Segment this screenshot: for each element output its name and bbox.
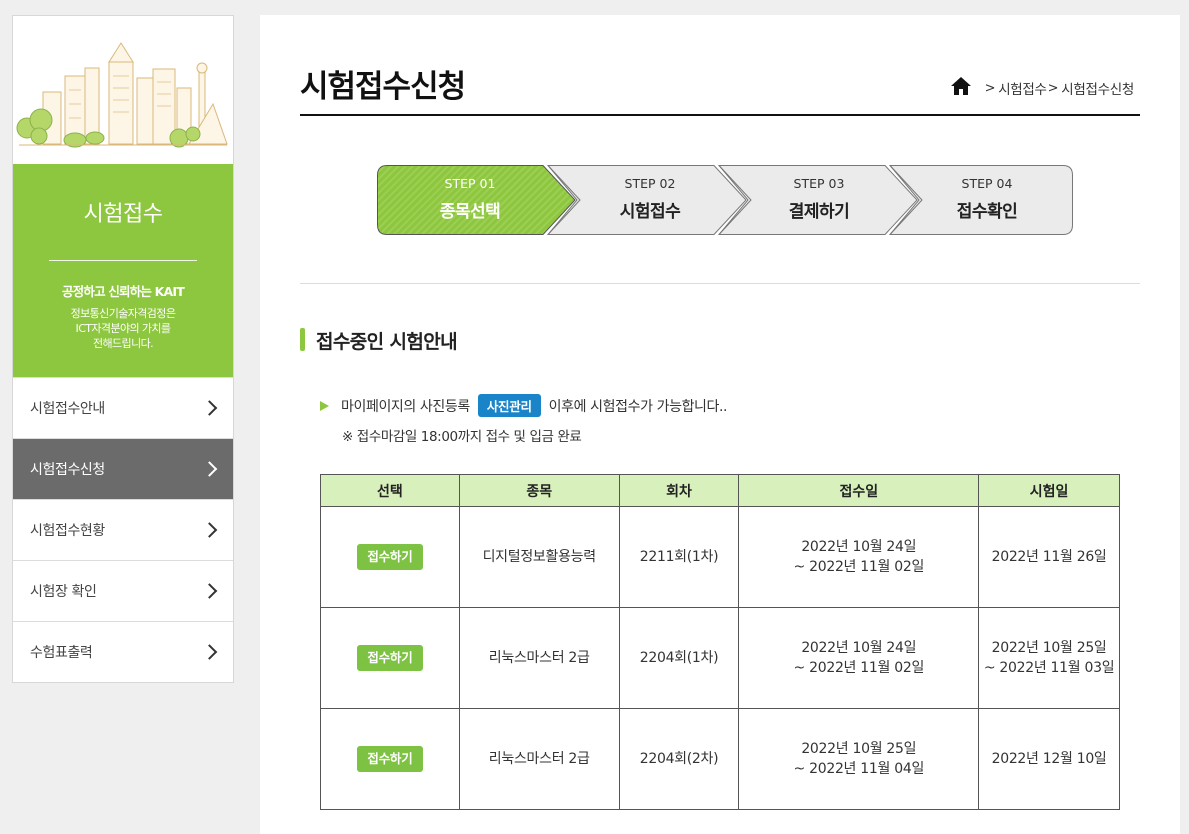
chevron-right-icon — [201, 522, 218, 538]
photo-notice: 마이페이지의 사진등록 사진관리 이후에 시험접수가 가능합니다.. — [320, 394, 728, 417]
chevron-right-icon — [201, 461, 218, 477]
apply-start: 2022년 10월 25일 — [801, 741, 917, 757]
city-illustration — [13, 16, 233, 164]
sidebar-menu: 시험접수안내 시험접수신청 시험접수현황 시험장 확인 수험표출력 — [13, 377, 233, 682]
home-icon[interactable] — [950, 77, 971, 99]
round-cell: 2204회(2차) — [618, 708, 740, 810]
deadline-note: ※ 접수마감일 18:00까지 접수 및 입금 완료 — [342, 429, 582, 445]
breadcrumb-separator-icon: > — [1047, 80, 1059, 96]
exam-table: 선택 종목 회차 접수일 시험일 접수하기 디지털정보활용능력 2211회(1차… — [320, 474, 1120, 810]
apply-start: 2022년 10월 24일 — [801, 640, 917, 656]
step-number: STEP 04 — [961, 176, 1013, 191]
sidebar-divider — [49, 260, 197, 261]
section-marker — [300, 328, 305, 351]
exam-date-cell: 2022년 11월 26일 — [978, 506, 1120, 608]
sidebar-description: 정보통신기술자격검정은 ICT자격분야의 가치를 전해드립니다. — [13, 306, 233, 351]
round-cell: 2211회(1차) — [618, 506, 740, 608]
sidebar-item-exam-apply[interactable]: 시험접수신청 — [13, 438, 233, 499]
step-progress: STEP 01 종목선택 STEP 02 시험접수 STEP 03 결제하기 S… — [377, 165, 1073, 235]
breadcrumb-separator-icon: > — [984, 80, 996, 96]
page-title: 시험접수신청 — [300, 69, 466, 105]
sidebar-item-label: 시험장 확인 — [30, 584, 97, 600]
sidebar-item-label: 수험표출력 — [30, 645, 93, 661]
step-name: 시험접수 — [619, 202, 681, 222]
table-row: 접수하기 리눅스마스터 2급 2204회(2차) 2022년 10월 25일 ~… — [320, 708, 1120, 810]
round-cell: 2204회(1차) — [618, 607, 740, 709]
subject-cell: 디지털정보활용능력 — [458, 506, 620, 608]
sidebar-item-label: 시험접수신청 — [30, 462, 105, 478]
title-divider — [300, 114, 1140, 116]
apply-period-cell: 2022년 10월 24일 ~ 2022년 11월 02일 — [738, 607, 980, 709]
sidebar-desc-line: 전해드립니다. — [92, 337, 154, 350]
select-cell: 접수하기 — [320, 607, 460, 709]
notice-text-after: 이후에 시험접수가 가능합니다.. — [548, 398, 728, 415]
table-row: 접수하기 디지털정보활용능력 2211회(1차) 2022년 10월 24일 ~… — [320, 506, 1120, 608]
column-header-apply-period: 접수일 — [738, 474, 980, 507]
sidebar-tagline: 공정하고 신뢰하는 KAIT — [61, 284, 185, 299]
apply-start: 2022년 10월 24일 — [801, 539, 917, 555]
exam-date: 2022년 11월 26일 — [991, 549, 1107, 565]
sidebar-item-exam-status[interactable]: 시험접수현황 — [13, 499, 233, 560]
step-name: 결제하기 — [788, 202, 850, 222]
apply-end: ~ 2022년 11월 04일 — [793, 761, 925, 777]
column-header-subject: 종목 — [458, 474, 620, 507]
sidebar-item-exam-venue[interactable]: 시험장 확인 — [13, 560, 233, 621]
apply-button[interactable]: 접수하기 — [357, 645, 423, 671]
breadcrumb-item-current: 시험접수신청 — [1061, 82, 1134, 98]
select-cell: 접수하기 — [320, 506, 460, 608]
step-name: 종목선택 — [439, 202, 501, 222]
triangle-bullet-icon — [320, 400, 329, 411]
sidebar-item-admission-ticket[interactable]: 수험표출력 — [13, 621, 233, 682]
column-header-round: 회차 — [618, 474, 740, 507]
column-header-select: 선택 — [320, 474, 460, 507]
step-number: STEP 03 — [793, 176, 845, 191]
select-cell: 접수하기 — [320, 708, 460, 810]
step-name: 접수확인 — [956, 202, 1018, 222]
exam-date-cell: 2022년 10월 25일 ~ 2022년 11월 03일 — [978, 607, 1120, 709]
column-header-exam-date: 시험일 — [978, 474, 1120, 507]
chevron-right-icon — [201, 583, 218, 599]
exam-date-end: ~ 2022년 11월 03일 — [983, 660, 1115, 676]
apply-end: ~ 2022년 11월 02일 — [793, 660, 925, 676]
apply-button[interactable]: 접수하기 — [357, 544, 423, 570]
notice-text-before: 마이페이지의 사진등록 — [341, 398, 470, 415]
table-row: 접수하기 리눅스마스터 2급 2204회(1차) 2022년 10월 24일 ~… — [320, 607, 1120, 709]
exam-date-cell: 2022년 12월 10일 — [978, 708, 1120, 810]
exam-date: 2022년 12월 10일 — [991, 751, 1107, 767]
breadcrumb: > 시험접수 > 시험접수신청 — [950, 77, 1134, 99]
breadcrumb-item[interactable]: 시험접수 — [998, 78, 1047, 98]
exam-date-start: 2022년 10월 25일 — [991, 640, 1107, 656]
sidebar-item-label: 시험접수현황 — [30, 523, 105, 539]
apply-end: ~ 2022년 11월 02일 — [793, 559, 925, 575]
chevron-right-icon — [201, 400, 218, 416]
subject-cell: 리눅스마스터 2급 — [458, 708, 620, 810]
sidebar-item-label: 시험접수안내 — [30, 401, 105, 417]
section-divider — [300, 283, 1140, 284]
step-number: STEP 01 — [444, 176, 496, 191]
apply-period-cell: 2022년 10월 24일 ~ 2022년 11월 02일 — [738, 506, 980, 608]
photo-manage-button[interactable]: 사진관리 — [477, 394, 541, 417]
sidebar-desc-line: ICT자격분야의 가치를 — [75, 322, 172, 335]
chevron-right-icon — [201, 644, 218, 660]
apply-period-cell: 2022년 10월 25일 ~ 2022년 11월 04일 — [738, 708, 980, 810]
main-content: 시험접수신청 > 시험접수 > 시험접수신청 STEP 01 종목선택 STEP… — [260, 15, 1180, 834]
sidebar-desc-line: 정보통신기술자격검정은 — [70, 307, 176, 320]
sidebar: 시험접수 공정하고 신뢰하는 KAIT 정보통신기술자격검정은 ICT자격분야의… — [12, 15, 234, 683]
sidebar-header: 시험접수 공정하고 신뢰하는 KAIT 정보통신기술자격검정은 ICT자격분야의… — [13, 164, 233, 377]
subject-cell: 리눅스마스터 2급 — [458, 607, 620, 709]
section-title: 접수중인 시험안내 — [316, 331, 458, 353]
sidebar-title: 시험접수 — [83, 202, 163, 227]
apply-button[interactable]: 접수하기 — [357, 746, 423, 772]
step-number: STEP 02 — [624, 176, 676, 191]
table-header-row: 선택 종목 회차 접수일 시험일 — [320, 474, 1120, 507]
sidebar-item-exam-guide[interactable]: 시험접수안내 — [13, 377, 233, 438]
